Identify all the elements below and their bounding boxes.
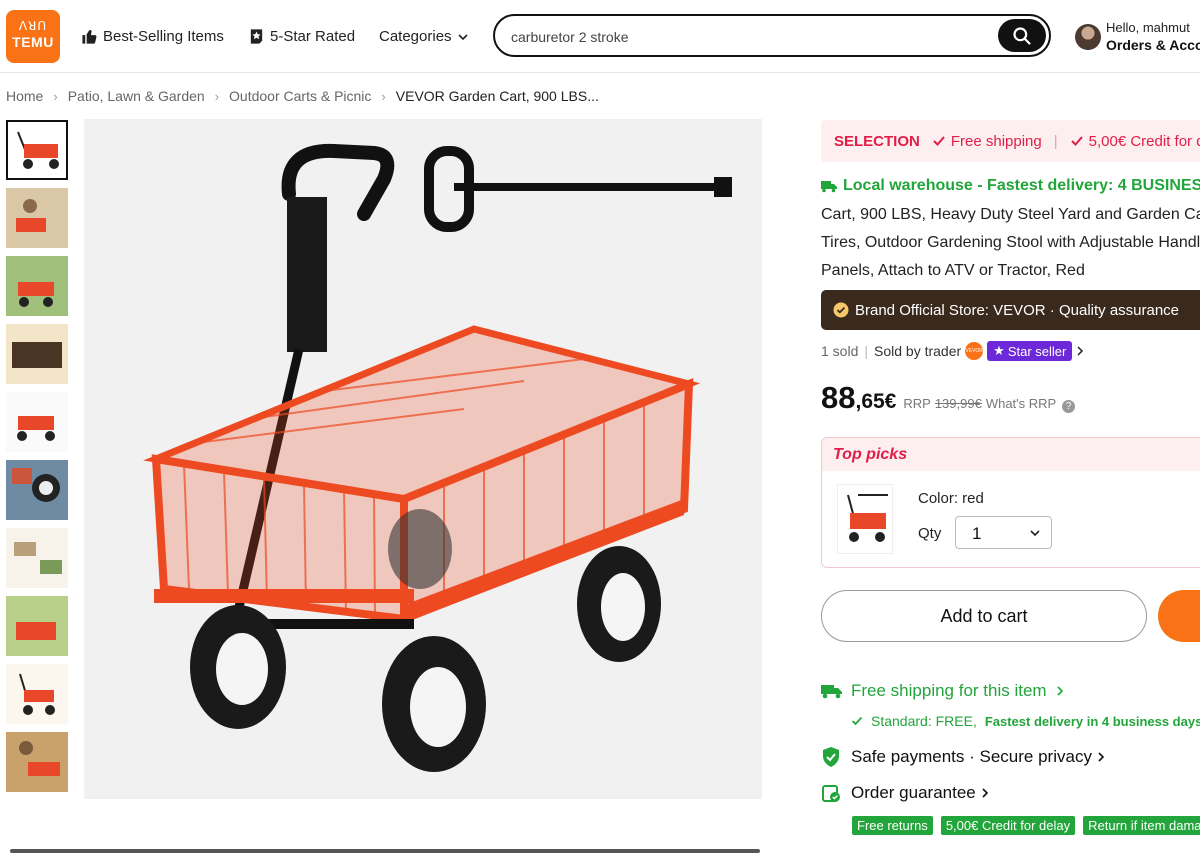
rrp-value: 139,99€ xyxy=(934,396,982,411)
truck-icon xyxy=(821,181,837,193)
thumbnail-5[interactable] xyxy=(6,392,68,452)
tag-return-damaged: Return if item damaged xyxy=(1083,816,1200,835)
main-product-image[interactable] xyxy=(84,119,762,799)
chevron-down-icon xyxy=(1030,530,1040,537)
add-to-cart-button[interactable]: Add to cart xyxy=(821,590,1147,642)
thumbnail-3[interactable] xyxy=(6,256,68,316)
quantity-select[interactable]: 1 xyxy=(955,516,1052,549)
thumbnail-1[interactable] xyxy=(6,120,68,180)
nav-categories-label: Categories xyxy=(379,28,452,45)
breadcrumb-patio[interactable]: Patio, Lawn & Garden xyxy=(68,88,205,104)
chevron-right-icon xyxy=(1098,752,1105,762)
thumbnail-7[interactable] xyxy=(6,528,68,588)
standard-shipping-row: Standard: FREE, Fastest delivery in 4 bu… xyxy=(851,713,1200,729)
shield-icon xyxy=(823,747,839,767)
thumbnail-9[interactable] xyxy=(6,664,68,724)
star-seller-text: Star seller xyxy=(1007,343,1067,359)
nav-best-selling-label: Best-Selling Items xyxy=(103,28,224,45)
color-label: Color: red xyxy=(918,490,984,507)
local-warehouse-line: Local warehouse - Fastest delivery: 4 BU… xyxy=(821,177,1200,195)
order-guarantee-text: Order guarantee xyxy=(851,783,976,802)
star-seller-badge[interactable]: ★ Star seller xyxy=(987,341,1073,361)
nav-five-star-label: 5-Star Rated xyxy=(270,28,356,45)
nav-five-star[interactable]: 5-Star Rated xyxy=(248,28,355,45)
free-shipping-title: Free shipping for this item xyxy=(851,681,1047,700)
thumbs-up-icon xyxy=(82,29,97,44)
product-info-panel: SELECTION Free shipping | 5,00€ Credit f… xyxy=(821,0,1200,853)
price-row: 88 ,65€ RRP 139,99€ What's RRP ? xyxy=(821,380,1076,416)
product-title-line-1: Cart, 900 LBS, Heavy Duty Steel Yard and… xyxy=(821,206,1200,223)
credit-text: 5,00€ Credit for delay xyxy=(1088,132,1200,150)
standard-detail: Fastest delivery in 4 business days xyxy=(984,713,1200,729)
divider: | xyxy=(1053,132,1058,150)
order-guarantee-row[interactable]: Order guarantee xyxy=(821,783,990,803)
thumbnail-10[interactable] xyxy=(6,732,68,792)
breadcrumb-home[interactable]: Home xyxy=(6,88,43,104)
brand-text: Brand Official Store: VEVOR · Quality as… xyxy=(855,301,1180,319)
warehouse-text: Local warehouse - Fastest delivery: 4 BU… xyxy=(843,177,1200,194)
product-title-line-2: Tires, Outdoor Gardening Stool with Adju… xyxy=(821,234,1200,251)
guarantee-icon xyxy=(822,785,840,802)
breadcrumb: Home › Patio, Lawn & Garden › Outdoor Ca… xyxy=(6,88,599,104)
seller-logo: VEVOR xyxy=(965,342,984,360)
temu-logo[interactable]: ꓥꓤꓵ TEMU xyxy=(6,10,60,63)
selection-banner: SELECTION Free shipping | 5,00€ Credit f… xyxy=(821,120,1200,162)
chevron-down-icon xyxy=(457,33,468,40)
thumbnail-2[interactable] xyxy=(6,188,68,248)
garden-cart-illustration xyxy=(143,143,732,772)
rrp-label: RRP xyxy=(903,396,931,411)
credit-badge: 5,00€ Credit for delay xyxy=(1070,133,1200,150)
variant-thumbnail[interactable] xyxy=(837,484,893,554)
guarantee-tags: Free returns 5,00€ Credit for delay Retu… xyxy=(852,816,1200,835)
star-badge-icon xyxy=(250,29,263,44)
logo-text: TEMU xyxy=(12,34,54,50)
chevron-right-icon xyxy=(1057,686,1063,696)
divider: | xyxy=(864,343,868,359)
tag-free-returns: Free returns xyxy=(852,816,933,835)
breadcrumb-separator: › xyxy=(381,88,386,104)
logo-mark: ꓥꓤꓵ xyxy=(18,19,48,33)
truck-icon xyxy=(821,685,842,699)
sold-info: 1 sold | Sold by trader VEVOR ★ Star sel… xyxy=(821,341,1085,361)
price-decimal: ,65€ xyxy=(855,390,897,413)
sold-count: 1 sold xyxy=(821,343,859,359)
standard-prefix: Standard: FREE, xyxy=(871,713,977,729)
check-icon xyxy=(1070,136,1083,146)
free-shipping-badge: Free shipping xyxy=(932,133,1042,150)
qty-label: Qty xyxy=(918,525,942,542)
breadcrumb-separator: › xyxy=(214,88,220,104)
star-icon: ★ xyxy=(993,343,1005,358)
breadcrumb-current: VEVOR Garden Cart, 900 LBS... xyxy=(395,88,599,104)
breadcrumb-separator: › xyxy=(53,88,58,104)
nav-best-selling[interactable]: Best-Selling Items xyxy=(81,28,224,45)
safe-payments-row[interactable]: Safe payments · Secure privacy xyxy=(821,746,1106,768)
buy-now-button[interactable] xyxy=(1158,590,1200,642)
verified-badge-icon xyxy=(833,302,849,318)
brand-store-banner[interactable]: Brand Official Store: VEVOR · Quality as… xyxy=(821,290,1200,330)
product-title-line-3: Panels, Attach to ATV or Tractor, Red xyxy=(821,262,1085,279)
help-icon[interactable]: ? xyxy=(1062,400,1076,413)
chevron-right-icon xyxy=(982,788,988,798)
thumbnail-4[interactable] xyxy=(6,324,68,384)
chevron-right-icon[interactable] xyxy=(1075,345,1085,357)
tag-credit-delay: 5,00€ Credit for delay xyxy=(940,816,1076,835)
top-picks-title: Top picks xyxy=(833,446,908,463)
top-picks-header: Top picks xyxy=(822,438,1200,471)
quantity-value: 1 xyxy=(972,524,982,543)
rrp-question[interactable]: What's RRP xyxy=(986,396,1056,411)
breadcrumb-carts[interactable]: Outdoor Carts & Picnic xyxy=(229,88,371,104)
free-shipping-text: Free shipping xyxy=(950,132,1042,150)
selection-label: SELECTION xyxy=(834,132,920,150)
free-shipping-row[interactable]: Free shipping for this item xyxy=(821,681,1065,701)
thumbnail-8[interactable] xyxy=(6,596,68,656)
check-icon xyxy=(933,136,945,146)
thumbnail-6[interactable] xyxy=(6,460,68,520)
top-picks-box: Top picks Color: red Qty 1 xyxy=(821,437,1200,568)
nav-categories[interactable]: Categories xyxy=(379,28,469,45)
check-icon xyxy=(851,716,863,726)
sold-by-text[interactable]: Sold by trader xyxy=(874,343,961,359)
bottom-divider xyxy=(10,849,760,853)
price-integer: 88 xyxy=(821,380,856,415)
safe-payments-text: Safe payments · Secure privacy xyxy=(851,747,1092,766)
